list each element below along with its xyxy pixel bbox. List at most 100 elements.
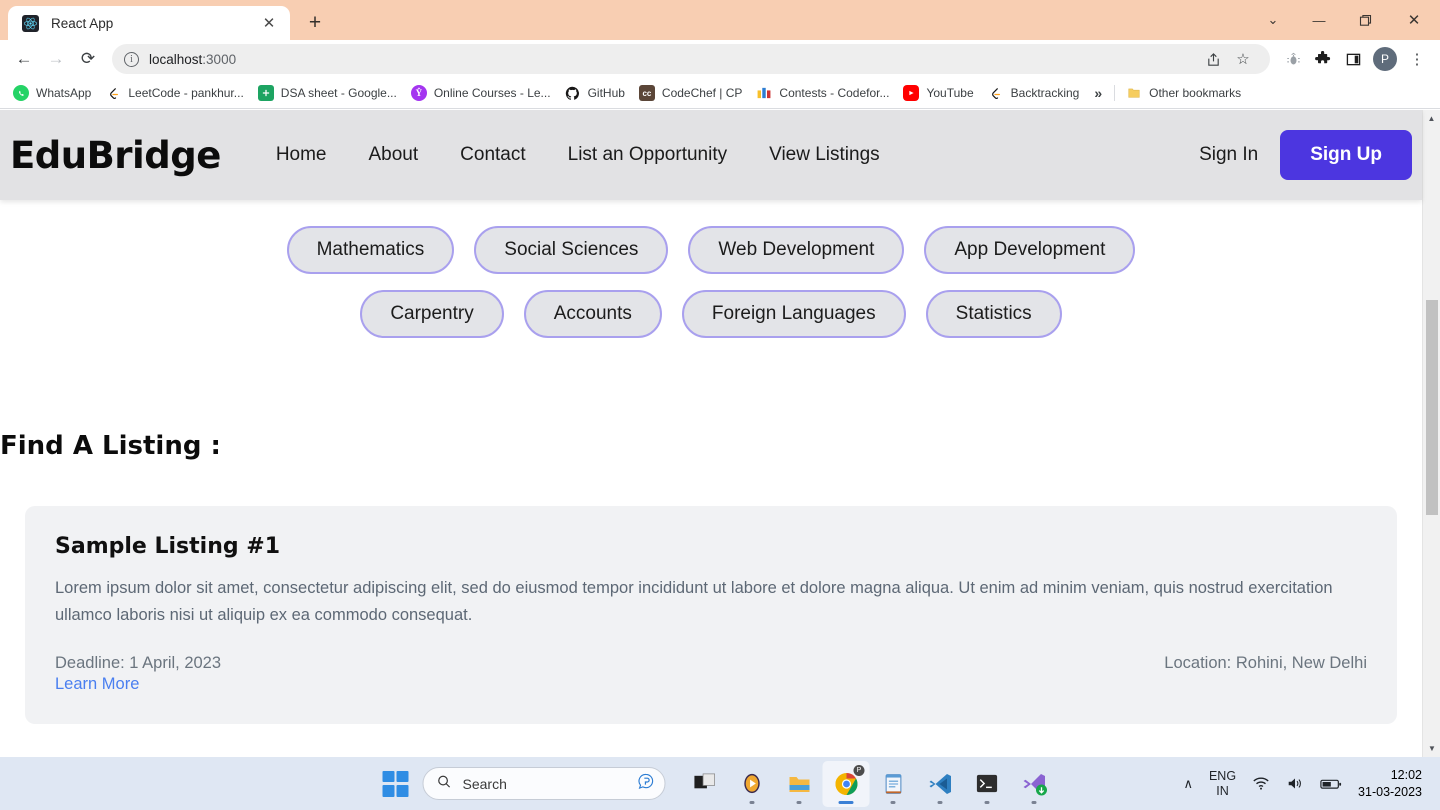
time-text: 12:02: [1390, 768, 1422, 783]
bookmark-udemy[interactable]: Ŷ Online Courses - Le...: [404, 81, 558, 105]
bookmark-github[interactable]: GitHub: [558, 81, 632, 105]
copilot-icon[interactable]: [638, 773, 655, 795]
taskbar-center: Search P: [382, 760, 1058, 807]
bookmark-leetcode[interactable]: LeetCode - pankhur...: [98, 81, 250, 105]
category-pill-carpentry[interactable]: Carpentry: [360, 290, 504, 338]
bookmark-label: Online Courses - Le...: [433, 86, 551, 100]
browser-toolbar: ← → ⟳ i localhost:3000 ☆ P ⋮: [0, 40, 1440, 78]
browser-tab-react-app[interactable]: React App ✕: [8, 6, 290, 40]
forward-icon[interactable]: →: [40, 43, 72, 75]
side-panel-icon[interactable]: [1338, 44, 1368, 74]
category-pill-foreign-languages[interactable]: Foreign Languages: [681, 290, 906, 338]
tab-strip: React App ✕ + ⌄ — ✕: [0, 0, 1440, 40]
minimize-button[interactable]: —: [1296, 0, 1342, 40]
taskbar-vs-code[interactable]: [917, 761, 964, 807]
extensions-icon[interactable]: [1308, 44, 1338, 74]
taskbar-terminal[interactable]: [964, 761, 1011, 807]
close-icon[interactable]: ✕: [258, 12, 280, 34]
category-pill-statistics[interactable]: Statistics: [925, 290, 1062, 338]
tray-expand-icon[interactable]: ∧: [1175, 762, 1201, 806]
whatsapp-icon: [13, 85, 29, 101]
bookmark-label: LeetCode - pankhur...: [128, 86, 244, 100]
page-viewport: EduBridge Home About Contact List an Opp…: [0, 110, 1440, 757]
start-button[interactable]: [382, 770, 409, 797]
bookmark-codechef[interactable]: cc CodeChef | CP: [632, 81, 750, 105]
profile-badge: P: [853, 764, 865, 776]
running-indicator: [890, 800, 896, 804]
bookmark-label: YouTube: [926, 86, 974, 100]
category-pill-social-sciences[interactable]: Social Sciences: [474, 226, 669, 274]
github-icon: [565, 85, 581, 101]
bookmarks-bar: WhatsApp LeetCode - pankhur... DSA sheet…: [0, 78, 1440, 109]
bookmarks-overflow-icon[interactable]: »: [1086, 85, 1110, 101]
sign-up-button[interactable]: Sign Up: [1280, 130, 1412, 180]
browser-menu-icon[interactable]: ⋮: [1402, 44, 1432, 74]
listing-meta: Deadline: 1 April, 2023 Learn More Locat…: [55, 654, 1367, 694]
bookmark-star-icon[interactable]: ☆: [1228, 44, 1258, 74]
language-indicator[interactable]: ENG IN: [1201, 762, 1244, 806]
running-indicator: [984, 800, 990, 804]
google-sheets-icon: [257, 85, 274, 101]
react-icon: [22, 14, 39, 32]
bookmark-backtracking[interactable]: Backtracking: [981, 81, 1087, 105]
taskbar-media-player[interactable]: [729, 761, 776, 807]
scroll-down-icon[interactable]: ▼: [1423, 740, 1440, 757]
url-text: localhost:3000: [149, 52, 236, 67]
category-pill-accounts[interactable]: Accounts: [523, 290, 662, 338]
category-pill-app-development[interactable]: App Development: [924, 226, 1136, 274]
bookmark-youtube[interactable]: ► YouTube: [896, 81, 980, 105]
divider: [1114, 85, 1116, 101]
taskbar-google-chrome[interactable]: P: [822, 760, 870, 807]
taskbar-search[interactable]: Search: [422, 767, 666, 800]
site-logo[interactable]: EduBridge: [10, 134, 221, 177]
maximize-button[interactable]: [1342, 0, 1388, 40]
address-bar[interactable]: i localhost:3000 ☆: [112, 44, 1270, 74]
scrollbar-thumb[interactable]: [1426, 300, 1438, 515]
listing-location: Location: Rohini, New Delhi: [1164, 654, 1367, 673]
share-icon[interactable]: [1198, 44, 1228, 74]
nav-item-about[interactable]: About: [348, 144, 440, 166]
bookmark-whatsapp[interactable]: WhatsApp: [6, 81, 98, 105]
nav-item-list-an-opportunity[interactable]: List an Opportunity: [547, 144, 748, 166]
category-pill-web-development[interactable]: Web Development: [688, 226, 905, 274]
bookmark-label: DSA sheet - Google...: [280, 86, 397, 100]
bug-icon[interactable]: [1278, 44, 1308, 74]
listing-description: Lorem ipsum dolor sit amet, consectetur …: [55, 579, 1333, 624]
category-filters: Mathematics Social Sciences Web Developm…: [0, 200, 1422, 338]
back-icon[interactable]: ←: [8, 43, 40, 75]
category-row-2: Carpentry Accounts Foreign Languages Sta…: [0, 290, 1422, 338]
new-tab-button[interactable]: +: [300, 7, 330, 37]
category-pill-mathematics[interactable]: Mathematics: [286, 226, 455, 274]
nav-item-home[interactable]: Home: [255, 144, 348, 166]
auth-actions: Sign In Sign Up: [1177, 130, 1422, 180]
chevron-down-icon[interactable]: ⌄: [1250, 0, 1296, 40]
volume-icon[interactable]: [1278, 762, 1312, 806]
taskbar-visual-studio[interactable]: [1011, 761, 1058, 807]
tab-title: React App: [51, 15, 114, 31]
nav-item-view-listings[interactable]: View Listings: [748, 144, 901, 166]
web-page: EduBridge Home About Contact List an Opp…: [0, 110, 1422, 757]
clock[interactable]: 12:02 31-03-2023: [1350, 767, 1432, 800]
taskbar-notepad[interactable]: [870, 761, 917, 807]
site-info-icon[interactable]: i: [124, 51, 139, 67]
bookmark-codeforces[interactable]: Contests - Codefor...: [749, 81, 896, 105]
listing-card[interactable]: Sample Listing #1 Lorem ipsum dolor sit …: [25, 506, 1397, 725]
taskbar-file-explorer[interactable]: [776, 761, 823, 807]
other-bookmarks-button[interactable]: Other bookmarks: [1119, 81, 1248, 105]
bookmark-dsa-sheet[interactable]: DSA sheet - Google...: [251, 81, 404, 105]
close-window-button[interactable]: ✕: [1388, 0, 1440, 40]
reload-icon[interactable]: ⟳: [72, 43, 104, 75]
codechef-icon: cc: [638, 85, 655, 101]
folder-icon: [1126, 85, 1142, 101]
wifi-icon[interactable]: [1244, 762, 1278, 806]
running-indicator: [1031, 800, 1037, 804]
nav-item-contact[interactable]: Contact: [439, 144, 546, 166]
running-indicator: [749, 800, 755, 804]
page-scrollbar[interactable]: ▲ ▼: [1422, 110, 1440, 757]
learn-more-link[interactable]: Learn More: [55, 675, 221, 694]
taskbar-task-view[interactable]: [682, 761, 729, 807]
battery-icon[interactable]: [1312, 762, 1350, 806]
sign-in-link[interactable]: Sign In: [1177, 144, 1280, 166]
scroll-up-icon[interactable]: ▲: [1423, 110, 1440, 127]
profile-avatar[interactable]: P: [1373, 47, 1397, 71]
